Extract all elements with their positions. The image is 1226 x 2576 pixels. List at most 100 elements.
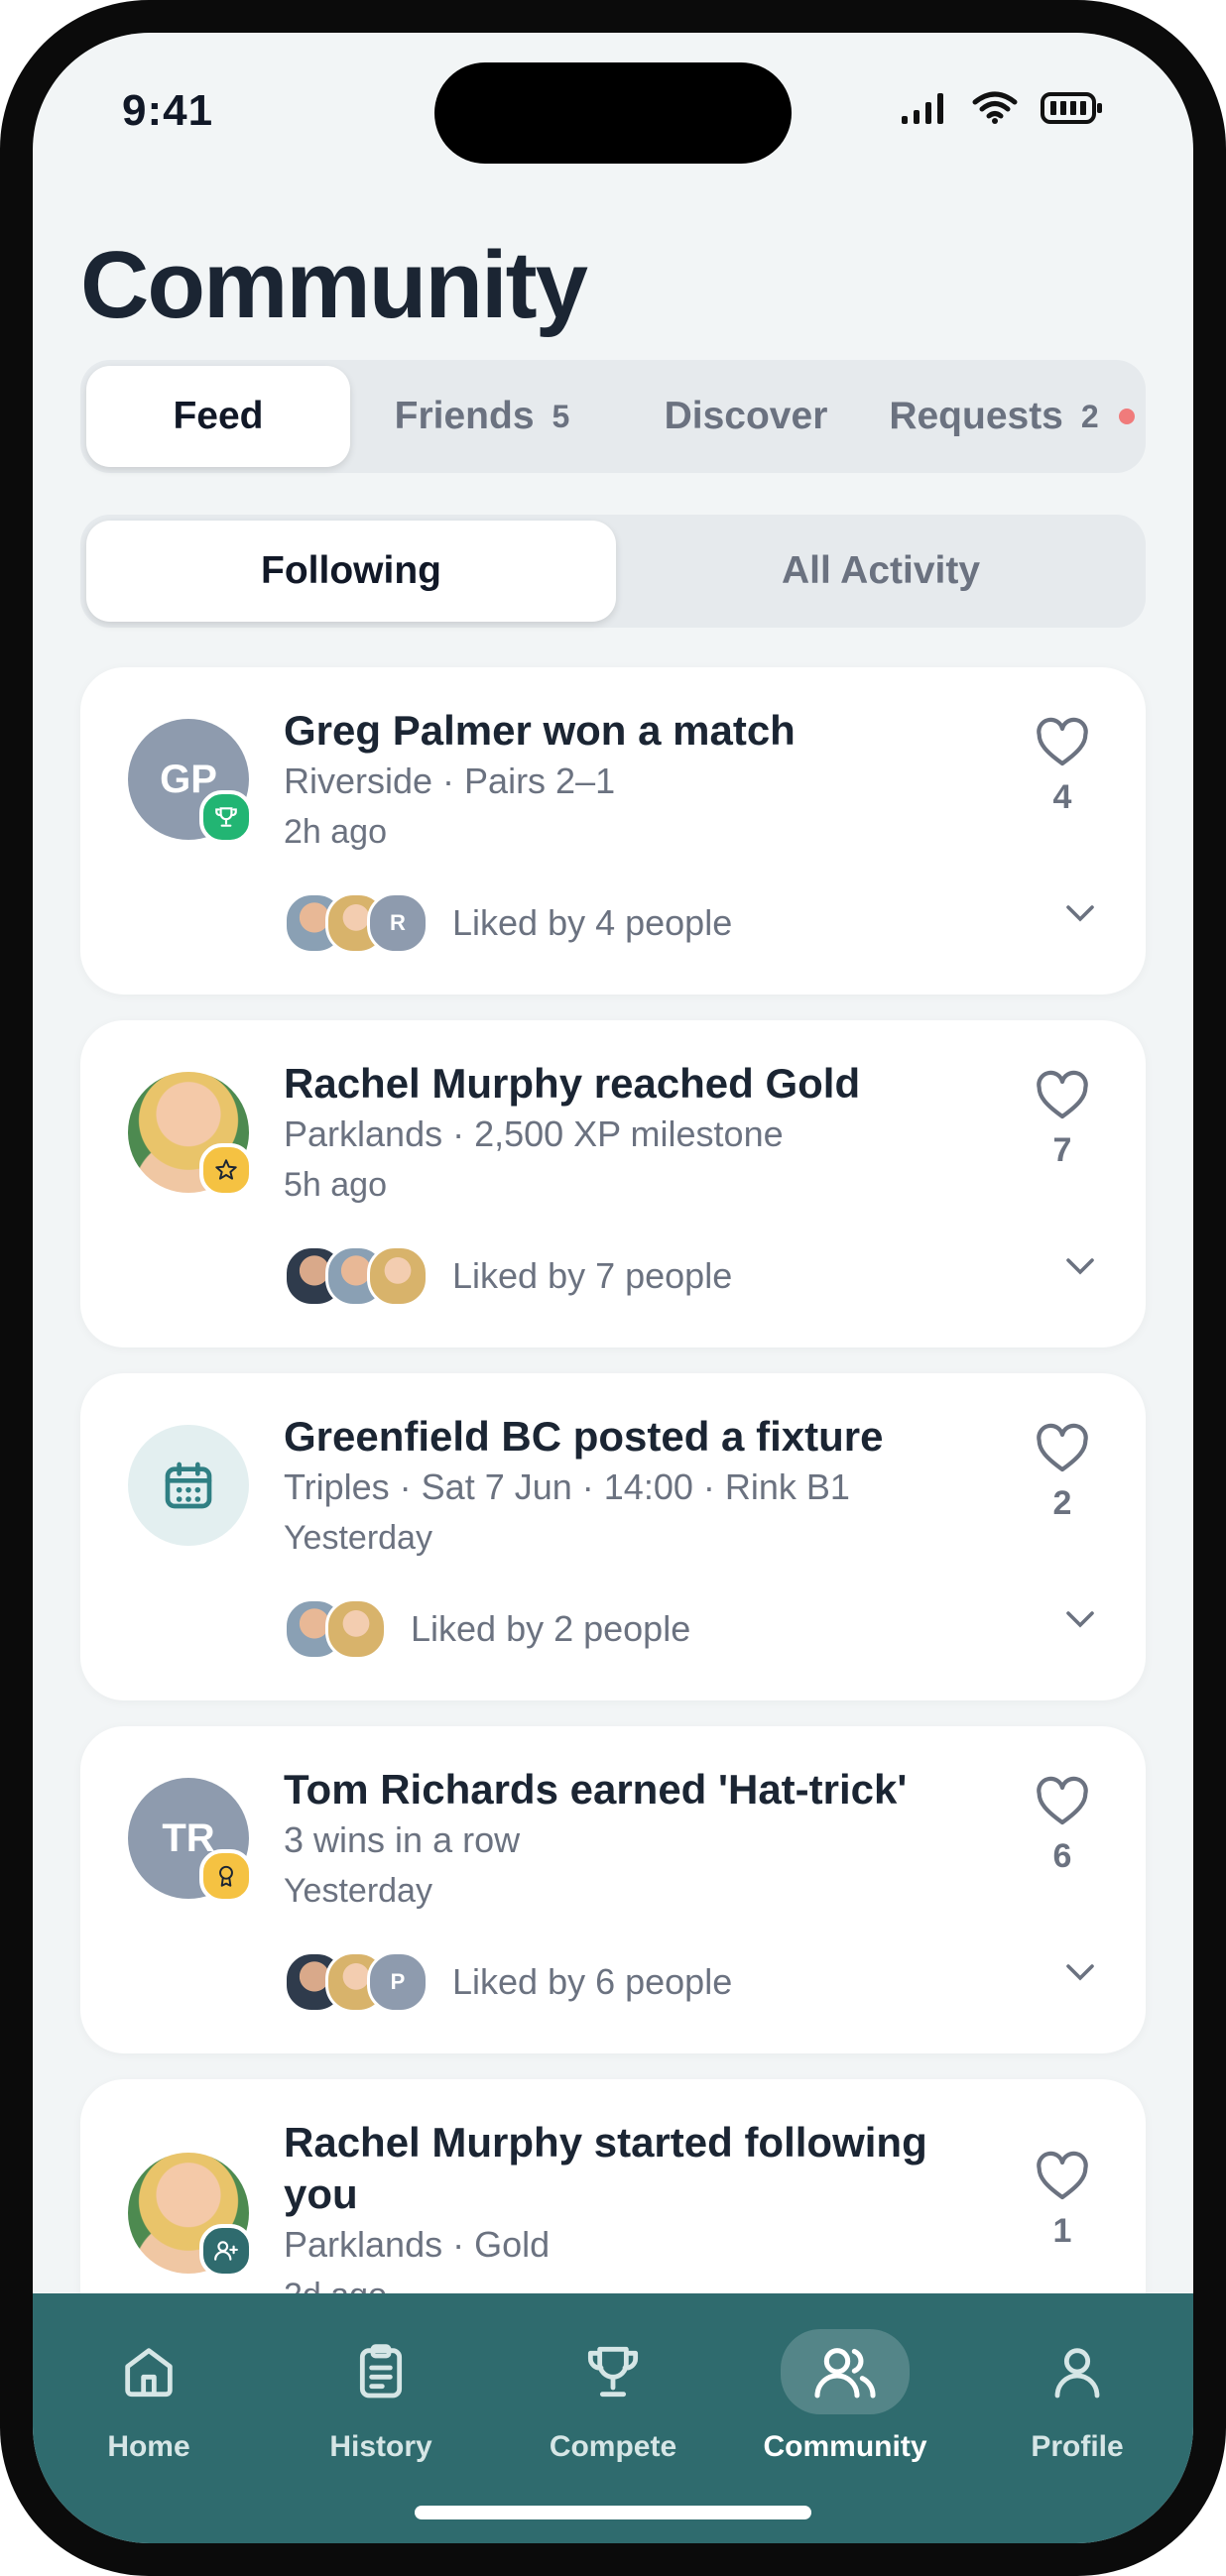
chevron-down-icon[interactable] [1062,901,1098,925]
like-button[interactable]: 7 [1008,1070,1117,1170]
wifi-icon [972,91,1018,124]
card-timestamp: Yesterday [284,1519,432,1557]
liked-by-label: Liked by 7 people [452,1255,733,1296]
likers-row[interactable]: Liked by 7 people [284,1244,732,1308]
subtab-label: All Activity [781,549,981,592]
nav-label: Home [107,2430,190,2463]
liked-by-label: Liked by 6 people [452,1961,733,2002]
chevron-down-icon[interactable] [1062,1254,1098,1278]
tab-label: Feed [173,395,264,437]
liker-avatar: R [367,892,429,954]
card-timestamp: 5h ago [284,1166,387,1204]
star-badge [199,1143,253,1197]
cellular-signal-icon [902,93,943,124]
page-title: Community [80,232,588,338]
card-subtitle: Triples · Sat 7 Jun · 14:00 · Rink B1 [284,1466,850,1507]
status-icons [900,90,1104,126]
battery-icon [1041,92,1102,124]
heart-icon [1037,2151,1088,2200]
feed-card[interactable]: GP Greg Palmer won a match Riverside · P… [80,667,1146,995]
subtab-following[interactable]: Following [86,521,616,622]
notification-dot [1118,409,1135,424]
nav-icon-wrap [316,2329,445,2414]
calendar-icon [165,1462,212,1509]
card-title: Rachel Murphy started following you [284,2119,927,2217]
avatar[interactable] [128,1072,253,1197]
tab-friends[interactable]: Friends 5 [350,366,614,467]
like-button[interactable]: 1 [1008,2151,1117,2251]
avatar[interactable]: TR [128,1778,253,1903]
card-subtitle: Parklands · 2,500 XP milestone [284,1113,784,1154]
screen: 9:41 Community Feed Friends 5 Discover R… [33,33,1193,2543]
trophy-badge [199,790,253,844]
likers-row[interactable]: Liked by 2 people [284,1597,690,1661]
like-count: 2 [1052,1484,1072,1522]
avatar[interactable] [128,2153,253,2278]
heart-icon [1037,1070,1088,1119]
tab-label: Friends [394,395,535,437]
nav-community[interactable]: Community [746,2329,944,2464]
feed-card[interactable]: Greenfield BC posted a fixture Triples ·… [80,1373,1146,1700]
like-button[interactable]: 4 [1008,717,1117,817]
liked-by-label: Liked by 2 people [411,1608,691,1649]
card-title: Greenfield BC posted a fixture [284,1413,884,1460]
likers-row[interactable]: R Liked by 4 people [284,891,732,955]
like-button[interactable]: 2 [1008,1423,1117,1523]
heart-icon [1037,1423,1088,1472]
feed-card[interactable]: Rachel Murphy reached Gold Parklands · 2… [80,1020,1146,1347]
nav-compete[interactable]: Compete [514,2329,712,2464]
card-title: Greg Palmer won a match [284,707,796,754]
nav-icon-wrap [549,2329,677,2414]
chevron-down-icon[interactable] [1062,1607,1098,1631]
phone-frame: 9:41 Community Feed Friends 5 Discover R… [0,0,1226,2576]
user-icon [1054,2348,1100,2399]
nav-icon-wrap [84,2329,213,2414]
nav-icon-wrap [781,2329,910,2414]
chevron-down-icon[interactable] [1062,1960,1098,1984]
status-time: 9:41 [122,86,214,135]
tab-label: Discover [664,395,828,437]
award-badge [199,1849,253,1903]
like-button[interactable]: 6 [1008,1776,1117,1876]
feed-card[interactable]: TR Tom Richards earned 'Hat-trick' 3 win… [80,1726,1146,2053]
liker-avatar: P [367,1951,429,2013]
avatar[interactable] [128,1425,249,1546]
like-count: 4 [1052,778,1072,816]
likers-row[interactable]: P Liked by 6 people [284,1950,732,2014]
user-plus-badge [199,2224,253,2278]
like-count: 7 [1052,1131,1072,1169]
home-indicator[interactable] [415,2506,811,2519]
like-count: 6 [1052,1837,1072,1875]
users-icon [814,2348,876,2399]
heart-icon [1037,717,1088,766]
tab-count: 2 [1080,398,1099,434]
nav-label: History [329,2430,432,2463]
tab-feed[interactable]: Feed [86,366,350,467]
card-title: Rachel Murphy reached Gold [284,1060,861,1107]
card-timestamp: Yesterday [284,1872,432,1910]
dynamic-island [434,62,792,164]
nav-history[interactable]: History [282,2329,480,2464]
nav-label: Community [763,2430,927,2463]
avatar[interactable]: GP [128,719,253,844]
liked-by-label: Liked by 4 people [452,902,733,943]
nav-label: Compete [549,2430,677,2463]
tab-requests[interactable]: Requests 2 [878,366,1146,467]
nav-profile[interactable]: Profile [978,2329,1176,2464]
nav-home[interactable]: Home [50,2329,248,2464]
tab-bar: Feed Friends 5 Discover Requests 2 [80,360,1146,473]
like-count: 1 [1052,2212,1072,2250]
tab-count: 5 [552,398,570,434]
tab-discover[interactable]: Discover [614,366,878,467]
award-icon [219,1865,233,1887]
card-subtitle: Parklands · Gold [284,2224,551,2265]
clipboard-icon [359,2344,403,2399]
subtab-all-activity[interactable]: All Activity [616,521,1146,622]
card-title: Tom Richards earned 'Hat-trick' [284,1766,908,1813]
nav-label: Profile [1031,2430,1124,2463]
card-subtitle: Riverside · Pairs 2–1 [284,761,616,801]
star-icon [215,1159,237,1180]
trophy-icon [215,807,237,827]
liker-avatar [367,1245,429,1307]
user-plus-icon [214,2241,238,2261]
